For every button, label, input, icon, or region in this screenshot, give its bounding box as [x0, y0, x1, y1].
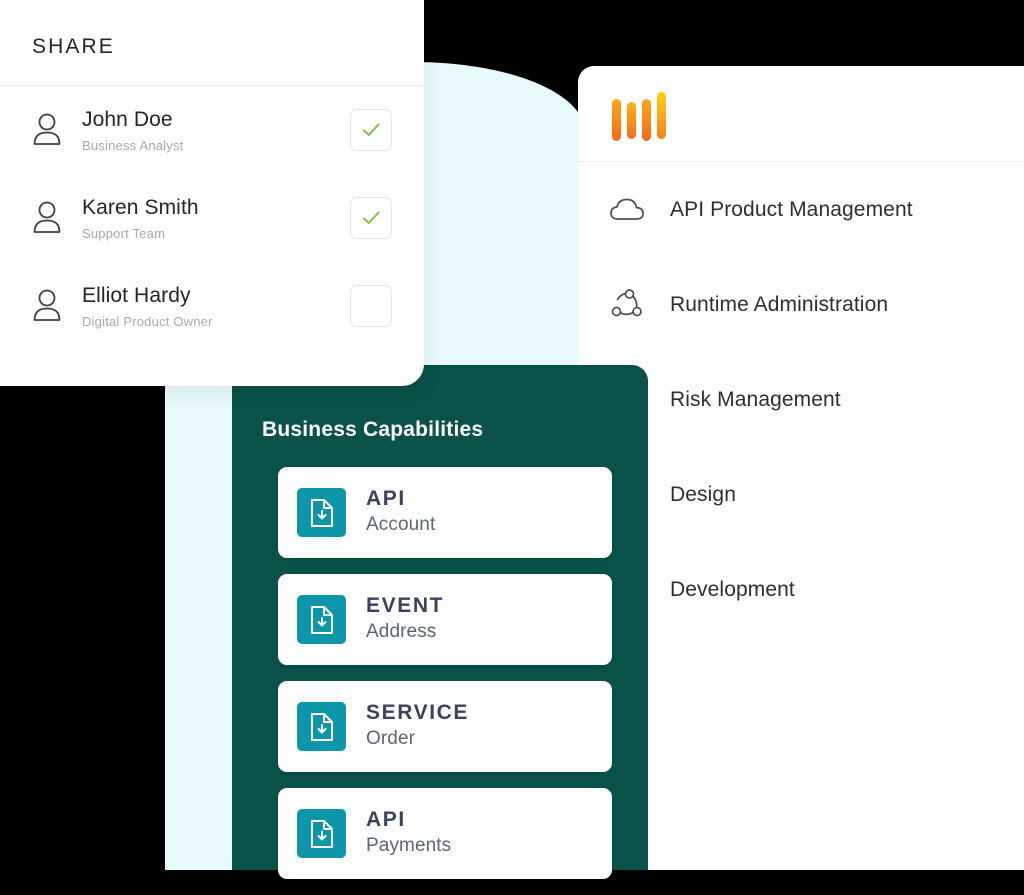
nav-item-label: Risk Management [670, 387, 841, 411]
share-person-row[interactable]: John Doe Business Analyst [0, 86, 424, 174]
share-people-list: John Doe Business Analyst Karen Smith Su… [0, 86, 424, 350]
person-icon [26, 197, 68, 239]
person-role: Business Analyst [82, 137, 184, 153]
capability-name: Order [366, 727, 416, 749]
nav-item-runtime-administration[interactable]: Runtime Administration [578, 257, 1024, 352]
network-nodes-icon [604, 285, 650, 325]
capability-card[interactable]: API Account [278, 467, 612, 558]
capability-name: Account [366, 513, 436, 535]
check-icon [363, 211, 380, 224]
business-capabilities-panel: Business Capabilities API Account EVENT … [232, 365, 648, 879]
share-checkbox-checked[interactable] [350, 197, 392, 239]
person-name: Elliot Hardy [82, 284, 191, 308]
cloud-icon [604, 190, 650, 230]
nav-item-api-product-management[interactable]: API Product Management [578, 162, 1024, 257]
nav-item-label: Runtime Administration [670, 292, 889, 316]
check-icon [363, 123, 380, 136]
capability-kind: SERVICE [366, 701, 470, 725]
capability-card[interactable]: EVENT Address [278, 574, 612, 665]
capability-card-list: API Account EVENT Address SERVICE Order … [278, 467, 612, 895]
nav-item-label: Design [670, 482, 736, 506]
capability-kind: API [366, 808, 406, 832]
capability-kind: API [366, 487, 406, 511]
share-person-row[interactable]: Karen Smith Support Team [0, 174, 424, 262]
person-name: John Doe [82, 108, 173, 132]
logo-area [578, 66, 1024, 162]
person-role: Support Team [82, 225, 166, 241]
person-name: Karen Smith [82, 196, 199, 220]
document-download-icon [297, 809, 346, 858]
nav-item-label: Development [670, 577, 795, 601]
panel-title: Business Capabilities [262, 418, 484, 441]
capability-card[interactable]: API Payments [278, 788, 612, 879]
nav-item-label: API Product Management [670, 197, 913, 221]
document-download-icon [297, 488, 346, 537]
four-bars-logo-icon[interactable] [610, 90, 672, 144]
document-download-icon [297, 702, 346, 751]
capability-kind: EVENT [366, 594, 445, 618]
document-download-icon [297, 595, 346, 644]
share-person-row[interactable]: Elliot Hardy Digital Product Owner [0, 262, 424, 350]
capability-card[interactable]: SERVICE Order [278, 681, 612, 772]
share-header: SHARE [0, 0, 424, 86]
share-panel: SHARE John Doe Business Analyst Karen Sm… [0, 0, 424, 386]
share-checkbox-unchecked[interactable] [350, 285, 392, 327]
capability-name: Payments [366, 834, 452, 856]
share-checkbox-checked[interactable] [350, 109, 392, 151]
person-icon [26, 109, 68, 151]
person-role: Digital Product Owner [82, 313, 213, 329]
capability-name: Address [366, 620, 437, 642]
share-title: SHARE [32, 35, 115, 58]
person-icon [26, 285, 68, 327]
screenshot-stage: API Product Management Runtime Administr… [0, 0, 1024, 879]
